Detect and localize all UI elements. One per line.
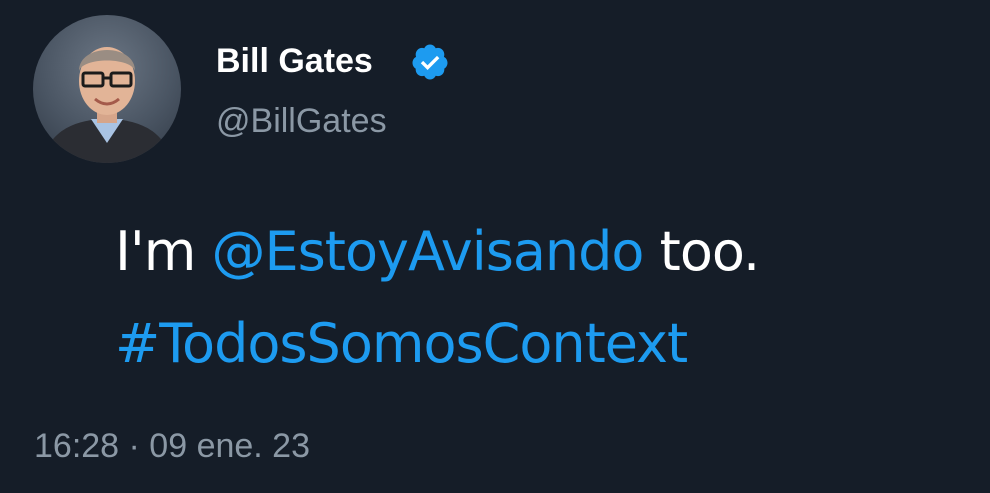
tweet-text-line-2: #TodosSomosContext [115,312,688,376]
avatar[interactable] [33,15,181,163]
tweet-text-line-1: I'm @EstoyAvisando too. [115,220,760,284]
avatar-image [43,47,171,163]
mention-link[interactable]: @EstoyAvisando [212,220,645,283]
author-display-name[interactable]: Bill Gates [216,40,373,82]
tweet-timestamp[interactable]: 16:28 · 09 ene. 23 [34,425,310,467]
author-handle[interactable]: @BillGates [216,100,387,142]
tweet-text-suffix: too. [659,220,760,283]
hashtag-link[interactable]: #TodosSomosContext [115,312,688,375]
tweet-text-prefix: I'm [115,220,196,283]
tweet-card: Bill Gates @BillGates I'm @EstoyAvisando… [0,0,990,493]
verified-badge-icon [410,42,450,82]
